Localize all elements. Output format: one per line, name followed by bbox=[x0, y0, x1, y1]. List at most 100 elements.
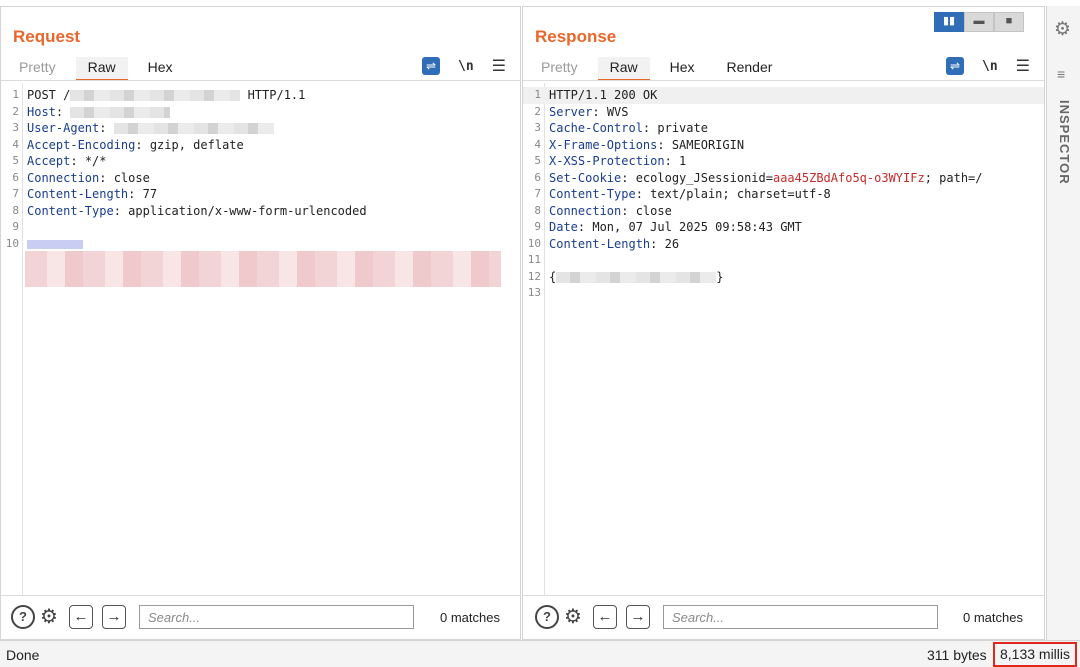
header-name: Server bbox=[549, 104, 593, 119]
code-line: 3 Cache-Control: private bbox=[523, 120, 1044, 137]
tab-raw[interactable]: Raw bbox=[597, 57, 650, 81]
text-wrap-icon[interactable]: ⇌ bbox=[422, 57, 440, 75]
response-footer: ? ⚙ ← → 0 matches bbox=[523, 595, 1044, 639]
menu-icon[interactable]: ☰ bbox=[492, 56, 506, 76]
show-newlines-button[interactable]: \n bbox=[982, 59, 998, 74]
next-match-button[interactable]: → bbox=[626, 605, 650, 629]
code-line: 5 X-XSS-Protection: 1 bbox=[523, 153, 1044, 170]
line-number: 1 bbox=[534, 88, 541, 101]
match-count: 0 matches bbox=[963, 610, 1023, 625]
code-line: 2 Server: WVS bbox=[523, 104, 1044, 121]
code-line: 8 Connection: close bbox=[523, 203, 1044, 220]
show-newlines-button[interactable]: \n bbox=[458, 59, 474, 74]
code-line: 6 Set-Cookie: ecology_JSessionid=aaa45ZBd… bbox=[523, 170, 1044, 187]
header-name: Connection bbox=[27, 170, 100, 185]
response-time: 8,133 millis bbox=[993, 642, 1077, 667]
header-name: Set-Cookie bbox=[549, 170, 622, 185]
tab-raw[interactable]: Raw bbox=[75, 57, 128, 81]
line-number: 4 bbox=[12, 137, 19, 151]
tabbed-layout-icon[interactable]: ■ bbox=[994, 12, 1024, 32]
menu-icon[interactable]: ☰ bbox=[1016, 56, 1030, 76]
tab-pretty[interactable]: Pretty bbox=[529, 57, 590, 81]
gear-icon[interactable]: ⚙ bbox=[37, 605, 61, 629]
help-icon[interactable]: ? bbox=[535, 605, 559, 629]
request-pane: Request Pretty Raw Hex ⇌ \n ☰ 1 POST / HT… bbox=[0, 6, 521, 640]
line-number: 2 bbox=[534, 104, 541, 118]
code-line: 9 bbox=[1, 219, 520, 236]
line-number: 12 bbox=[527, 269, 541, 283]
line-content: HTTP/1.1 200 OK bbox=[549, 88, 658, 102]
line-number: 13 bbox=[527, 286, 541, 299]
tab-pretty[interactable]: Pretty bbox=[7, 57, 68, 81]
line-content: Accept: */* bbox=[27, 154, 107, 168]
menu-icon[interactable]: ≡ bbox=[1057, 66, 1065, 82]
line-number: 11 bbox=[527, 253, 541, 266]
help-icon[interactable]: ? bbox=[11, 605, 35, 629]
code-line: 9 Date: Mon, 07 Jul 2025 09:58:43 GMT bbox=[523, 219, 1044, 236]
line-number: 3 bbox=[12, 121, 19, 134]
line-content: POST / HTTP/1.1 bbox=[27, 88, 306, 102]
text-wrap-icon[interactable]: ⇌ bbox=[946, 57, 964, 75]
line-number: 2 bbox=[12, 104, 19, 118]
code-line: 4 X-Frame-Options: SAMEORIGIN bbox=[523, 137, 1044, 154]
line-content: Cache-Control: private bbox=[549, 121, 708, 135]
side-by-side-layout-icon[interactable]: ▮▮ bbox=[934, 12, 964, 32]
line-content: Content-Type: application/x-www-form-url… bbox=[27, 203, 367, 218]
header-name: Connection bbox=[549, 203, 622, 218]
header-name: Content-Type bbox=[27, 203, 114, 218]
match-count: 0 matches bbox=[440, 610, 500, 625]
code-line: 4 Accept-Encoding: gzip, deflate bbox=[1, 137, 520, 154]
line-content: Content-Length: 26 bbox=[549, 236, 680, 251]
line-number: 9 bbox=[534, 220, 541, 233]
next-match-button[interactable]: → bbox=[102, 605, 126, 629]
tab-render[interactable]: Render bbox=[715, 57, 785, 81]
response-title: Response bbox=[535, 27, 617, 46]
line-number: 3 bbox=[534, 121, 541, 134]
redacted-text bbox=[27, 239, 83, 249]
line-number: 8 bbox=[534, 203, 541, 217]
layout-toggle: ▮▮ ▬ ■ bbox=[934, 12, 1024, 32]
request-editor[interactable]: 1 POST / HTTP/1.1 2 Host: 3 User-Agent: 4 Acc… bbox=[1, 83, 520, 595]
response-toolbar: ⇌ \n ☰ bbox=[946, 56, 1030, 76]
header-name: Accept-Encoding bbox=[27, 137, 136, 152]
code-line: 12 {} bbox=[523, 269, 1044, 286]
code-line: 5 Accept: */* bbox=[1, 153, 520, 170]
line-content: Host: bbox=[27, 104, 171, 121]
code-line: 11 bbox=[523, 252, 1044, 269]
header-name: Content-Length bbox=[27, 187, 129, 201]
line-content: Accept-Encoding: gzip, deflate bbox=[27, 137, 244, 152]
request-tabs: Pretty Raw Hex bbox=[7, 57, 193, 81]
prev-match-button[interactable]: ← bbox=[593, 605, 617, 629]
header-name: Date bbox=[549, 220, 578, 234]
header-name: Cache-Control bbox=[549, 121, 643, 135]
status-bar: Done 311 bytes 8,133 millis bbox=[0, 640, 1080, 667]
code-line: 1 HTTP/1.1 200 OK bbox=[523, 87, 1044, 104]
header-name: Content-Type bbox=[549, 187, 636, 201]
code-line: 8 Content-Type: application/x-www-form-ur… bbox=[1, 203, 520, 220]
gear-icon[interactable]: ⚙ bbox=[561, 605, 585, 629]
redacted-text bbox=[556, 271, 717, 283]
header-name: Accept bbox=[27, 154, 71, 168]
search-input[interactable] bbox=[663, 605, 938, 629]
tab-hex[interactable]: Hex bbox=[136, 57, 185, 81]
search-input[interactable] bbox=[139, 605, 414, 629]
tab-hex[interactable]: Hex bbox=[658, 57, 707, 81]
prev-match-button[interactable]: ← bbox=[69, 605, 93, 629]
line-content: {} bbox=[549, 269, 724, 284]
header-name: User-Agent bbox=[27, 121, 100, 135]
code-line: 1 POST / HTTP/1.1 bbox=[1, 87, 520, 104]
code-line: 6 Connection: close bbox=[1, 170, 520, 187]
line-content: Content-Type: text/plain; charset=utf-8 bbox=[549, 187, 831, 201]
redacted-text bbox=[70, 106, 171, 118]
response-editor[interactable]: 1 HTTP/1.1 200 OK 2 Server: WVS 3 Cache-Contr… bbox=[523, 83, 1044, 595]
cookie-value: aaa45ZBdAfo5q-o3WYIFz bbox=[772, 170, 925, 185]
line-number: 10 bbox=[527, 236, 541, 250]
redacted-text bbox=[113, 123, 274, 134]
request-toolbar: ⇌ \n ☰ bbox=[422, 56, 506, 76]
inspector-tab[interactable]: INSPECTOR bbox=[1057, 100, 1072, 185]
gear-icon[interactable]: ⚙ bbox=[1054, 18, 1071, 41]
line-number: 5 bbox=[534, 154, 541, 167]
line-content: Date: Mon, 07 Jul 2025 09:58:43 GMT bbox=[549, 220, 802, 234]
response-pane: Response Pretty Raw Hex Render ⇌ \n ☰ 1H… bbox=[522, 6, 1045, 640]
stacked-layout-icon[interactable]: ▬ bbox=[964, 12, 994, 32]
